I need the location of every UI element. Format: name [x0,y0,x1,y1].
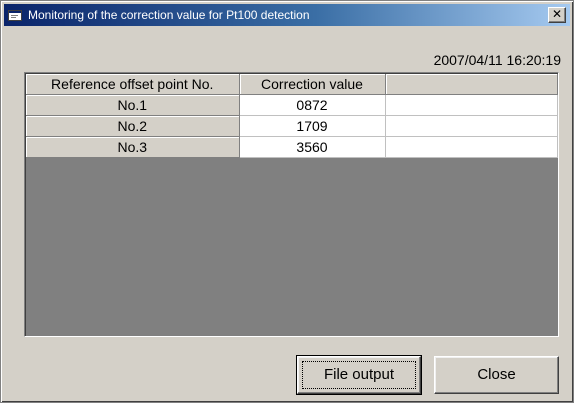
table-row[interactable]: No.1 0872 [26,94,558,116]
empty-cell[interactable] [385,115,558,137]
timestamp: 2007/04/11 16:20:19 [433,52,561,68]
correction-value-cell[interactable]: 1709 [239,115,386,137]
empty-cell[interactable] [385,94,558,116]
correction-table: Reference offset point No. Correction va… [26,74,558,158]
correction-value-cell[interactable]: 0872 [239,94,386,116]
close-window-button[interactable]: ✕ [548,7,566,23]
close-icon: ✕ [551,7,563,21]
file-output-button[interactable]: File output [296,355,422,395]
title-bar[interactable]: Monitoring of the correction value for P… [4,4,570,26]
window-title: Monitoring of the correction value for P… [28,8,310,22]
table-row[interactable]: No.2 1709 [26,115,558,137]
row-header-point[interactable]: No.1 [26,94,240,116]
row-header-point[interactable]: No.3 [26,136,240,158]
app-window-icon [8,10,22,21]
file-output-label: File output [323,366,395,383]
close-label: Close [477,366,516,383]
table-row[interactable]: No.3 3560 [26,136,558,158]
row-header-point[interactable]: No.2 [26,115,240,137]
data-grid[interactable]: Reference offset point No. Correction va… [24,72,559,337]
close-button[interactable]: Close [434,356,559,394]
column-header-reference-point[interactable]: Reference offset point No. [26,74,240,95]
table-header-row: Reference offset point No. Correction va… [26,74,558,95]
dialog-window: Monitoring of the correction value for P… [0,0,574,403]
column-header-correction-value[interactable]: Correction value [239,74,386,95]
empty-cell[interactable] [385,136,558,158]
correction-value-cell[interactable]: 3560 [239,136,386,158]
column-header-empty[interactable] [385,74,558,95]
